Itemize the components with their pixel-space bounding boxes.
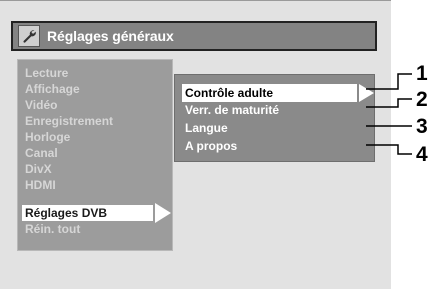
menu-item-affichage[interactable]: Affichage: [22, 81, 153, 97]
callout-number-3: 3: [416, 115, 428, 138]
menu-item-divx[interactable]: DivX: [22, 161, 153, 177]
callout-number-2: 2: [416, 88, 428, 111]
page-title: Réglages généraux: [47, 28, 174, 44]
menu-item-horloge[interactable]: Horloge: [22, 129, 153, 145]
selected-arrow-icon: [155, 203, 171, 223]
tv-screen: Réglages généraux Lecture Affichage Vidé…: [0, 0, 391, 289]
menu-item-reglages-dvb[interactable]: Réglages DVB: [22, 205, 153, 221]
menu-item-rein-tout[interactable]: Réin. tout: [22, 221, 153, 237]
callout-number-4: 4: [416, 143, 428, 166]
main-menu-panel: Lecture Affichage Vidéo Enregistrement H…: [17, 59, 173, 251]
callout-number-1: 1: [416, 62, 428, 85]
wrench-icon: [18, 25, 40, 47]
title-bar: Réglages généraux: [11, 21, 377, 51]
submenu-item-verr-maturite[interactable]: Verr. de maturité: [182, 101, 357, 119]
submenu-arrow-icon: [359, 84, 374, 102]
submenu-item-controle-adulte[interactable]: Contrôle adulte: [182, 84, 357, 102]
submenu-item-a-propos[interactable]: A propos: [182, 137, 357, 155]
submenu-panel: Contrôle adulte Verr. de maturité Langue…: [174, 74, 375, 162]
menu-item-lecture[interactable]: Lecture: [22, 65, 153, 81]
menu-item-canal[interactable]: Canal: [22, 145, 153, 161]
submenu-item-langue[interactable]: Langue: [182, 119, 357, 137]
menu-item-enregistrement[interactable]: Enregistrement: [22, 113, 153, 129]
menu-item-video[interactable]: Vidéo: [22, 97, 153, 113]
menu-item-hdmi[interactable]: HDMI: [22, 177, 153, 193]
